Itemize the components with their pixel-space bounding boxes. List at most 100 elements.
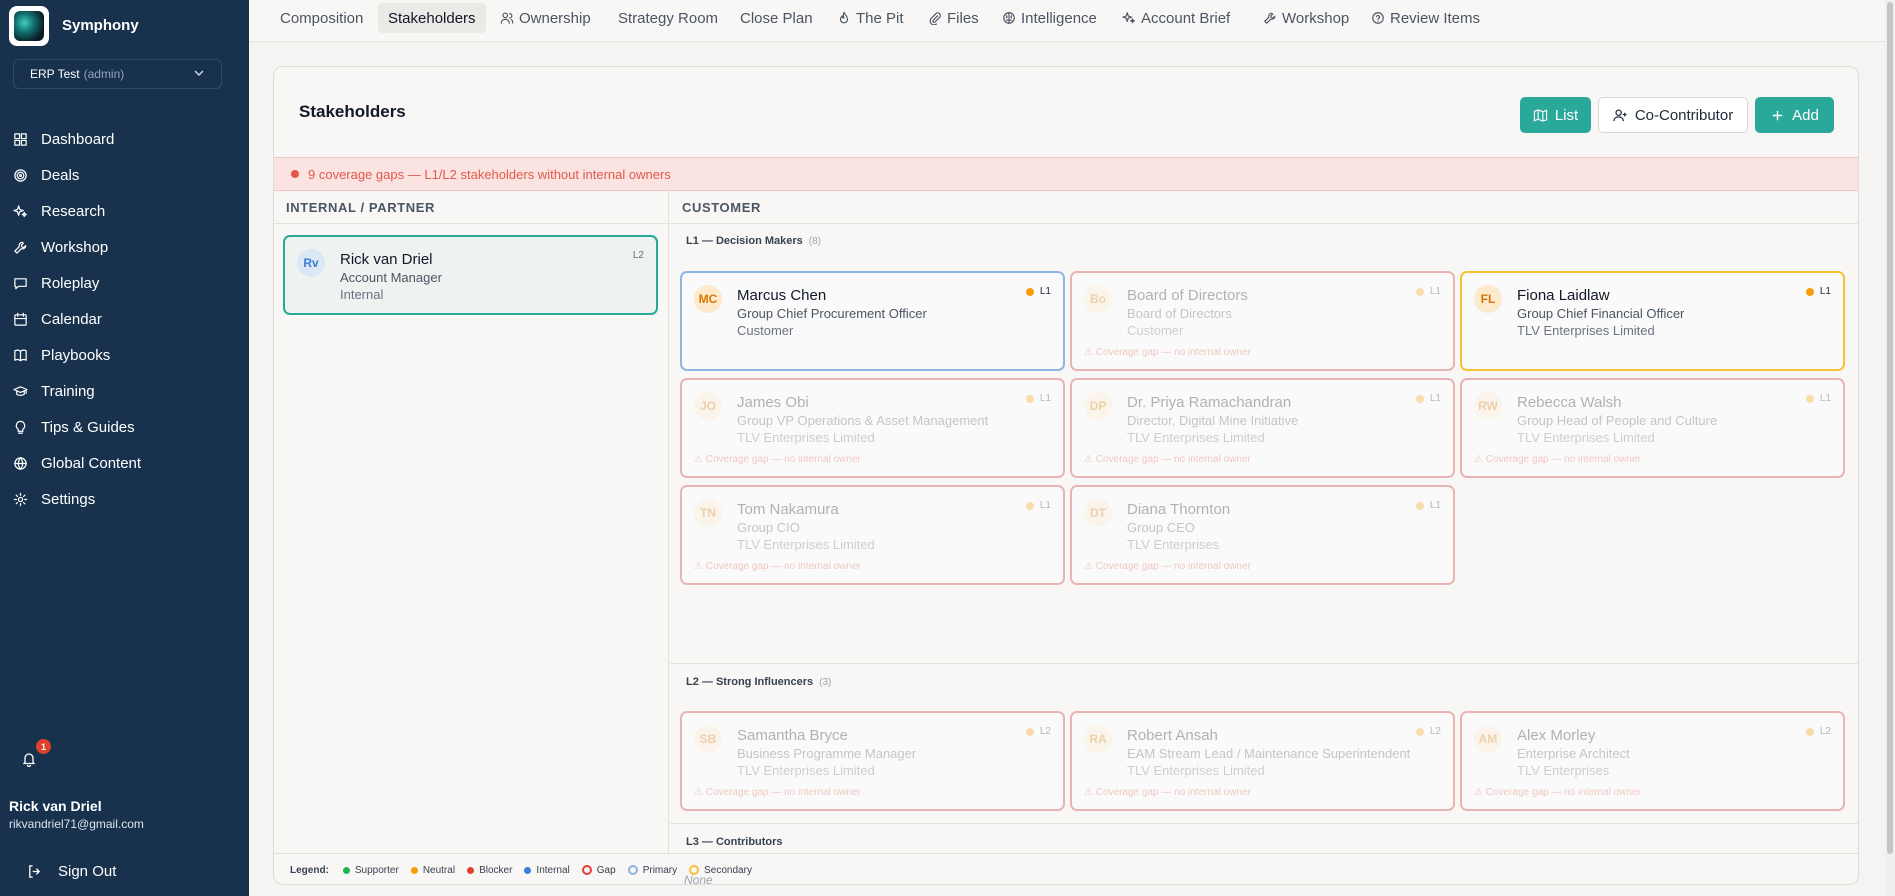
stakeholder-card[interactable]: TN Tom Nakamura Group CIO TLV Enterprises L…: [680, 485, 1065, 585]
scrollbar[interactable]: [1885, 0, 1895, 896]
alert-dot-icon: [291, 170, 299, 178]
gear-icon: [13, 492, 28, 507]
level-label: L2: [1429, 726, 1441, 737]
level-badge: L1: [1415, 286, 1441, 297]
tab-workshop[interactable]: Workshop: [1253, 3, 1359, 33]
scrollbar-thumb[interactable]: [1887, 2, 1893, 854]
stakeholder-card-internal[interactable]: Rv Rick van Driel Account Manager Intern…: [283, 235, 658, 315]
ring-icon: [689, 865, 700, 875]
tab-label: Composition: [280, 9, 364, 27]
level-badge: L1: [1415, 500, 1441, 511]
avatar: RW: [1474, 392, 1502, 420]
level-label: L1: [1819, 286, 1831, 297]
stakeholder-card[interactable]: DP Dr. Priya Ramachandran Director, Digita…: [1070, 378, 1455, 478]
tab-stakeholders[interactable]: Stakeholders: [378, 3, 486, 33]
stakeholder-org: TLV Enterprises Limited: [1517, 323, 1655, 338]
tab-bar: Composition Stakeholders Ownership Strategy…: [249, 0, 1895, 42]
stakeholder-org: TLV Enterprises Limited: [737, 763, 875, 778]
stakeholder-card[interactable]: JO James Obi Group VP Operations & Asset M…: [680, 378, 1065, 478]
avatar: TN: [694, 499, 722, 527]
help-circle-icon: [1371, 11, 1385, 25]
tab-composition[interactable]: Composition: [270, 3, 373, 33]
list-button-label: List: [1554, 106, 1579, 124]
level-badge: L2: [1805, 726, 1831, 737]
sidebar-item-tips-guides[interactable]: Tips & Guides: [0, 409, 249, 445]
org-switcher[interactable]: ERP Test (admin): [13, 59, 222, 89]
sidebar-item-training[interactable]: Training: [0, 373, 249, 409]
sidebar-item-dashboard[interactable]: Dashboard: [0, 121, 249, 157]
stakeholder-title: Group Chief Procurement Officer: [737, 306, 927, 321]
level-badge: L1: [1025, 286, 1051, 297]
sidebar-item-playbooks[interactable]: Playbooks: [0, 337, 249, 373]
sidebar-item-calendar[interactable]: Calendar: [0, 301, 249, 337]
dot-icon: [342, 866, 350, 874]
tab-close-plan[interactable]: Close Plan: [730, 3, 823, 33]
tab-strategy-room[interactable]: Strategy Room: [608, 3, 728, 33]
sentiment-dot: [1415, 394, 1424, 403]
stakeholder-card[interactable]: FL Fiona Laidlaw Group Chief Financial Off…: [1460, 271, 1845, 371]
legend-item-label: Neutral: [422, 864, 456, 876]
sidebar-nav: Dashboard Deals Research Workshop Roleplay Ca…: [0, 121, 249, 517]
dot-icon: [467, 866, 475, 874]
tab-files[interactable]: Files: [918, 3, 989, 33]
notification-badge: 1: [36, 739, 51, 754]
tab-label: Account Brief: [1141, 9, 1231, 27]
sentiment-dot: [1805, 727, 1814, 736]
add-button[interactable]: Add: [1755, 97, 1834, 133]
legend-item-label: Secondary: [704, 864, 752, 876]
sidebar-item-deals[interactable]: Deals: [0, 157, 249, 193]
level-badge: L1: [1805, 393, 1831, 404]
coverage-gap-note: ⚠ Coverage gap — no internal owner: [1474, 454, 1641, 465]
level-badge: L1: [1025, 393, 1051, 404]
avatar: FL: [1474, 285, 1502, 313]
stakeholder-org: Internal: [340, 287, 384, 302]
sidebar-item-label: Training: [41, 382, 95, 400]
stakeholder-card[interactable]: DT Diana Thornton Group CEO TLV Enterprises…: [1070, 485, 1455, 585]
bell-icon[interactable]: [21, 751, 39, 769]
stakeholder-org: TLV Enterprises Limited: [1517, 430, 1655, 445]
sidebar-item-global-content[interactable]: Global Content: [0, 445, 249, 481]
stakeholder-card[interactable]: RW Rebecca Walsh Group Head of People and …: [1460, 378, 1845, 478]
tab-the-pit[interactable]: The Pit: [827, 3, 914, 33]
sentiment-dot: [1025, 501, 1034, 510]
sidebar-item-label: Roleplay: [41, 274, 100, 292]
map-icon: [1533, 108, 1548, 123]
list-button[interactable]: List: [1520, 97, 1591, 133]
stakeholder-card[interactable]: Bo Board of Directors Board of Directors Cu…: [1070, 271, 1455, 371]
coverage-gap-note: ⚠ Coverage gap — no internal owner: [694, 454, 861, 465]
stakeholder-org: Customer: [1127, 323, 1184, 338]
customer-column-header: CUSTOMER: [670, 191, 1858, 224]
stakeholder-card[interactable]: SB Samantha Bryce Business Programme Manag…: [680, 711, 1065, 811]
stakeholder-name: Samantha Bryce: [737, 727, 848, 744]
coverage-gap-note: ⚠ Coverage gap — no internal owner: [1474, 787, 1641, 798]
sign-out-button[interactable]: Sign Out: [27, 863, 116, 880]
sidebar-item-label: Dashboard: [41, 130, 115, 148]
app-logo[interactable]: [9, 6, 49, 46]
sidebar-item-roleplay[interactable]: Roleplay: [0, 265, 249, 301]
tab-intelligence[interactable]: Intelligence: [992, 3, 1107, 33]
tab-ownership[interactable]: Ownership: [490, 3, 601, 33]
avatar: AM: [1474, 725, 1502, 753]
stakeholder-org: TLV Enterprises: [1517, 763, 1610, 778]
calendar-icon: [13, 312, 28, 327]
sidebar-item-label: Tips & Guides: [41, 418, 135, 436]
chevron-down-icon: [193, 67, 205, 82]
stakeholder-org: TLV Enterprises Limited: [737, 430, 875, 445]
level-badge: L2: [632, 250, 644, 261]
stakeholder-card[interactable]: MC Marcus Chen Group Chief Procurement Off…: [680, 271, 1065, 371]
stakeholders-panel: Stakeholders List Co-Contributor Add 9 c…: [273, 66, 1859, 885]
tab-account-brief[interactable]: Account Brief: [1112, 3, 1240, 33]
user-email: rikvandriel71@gmail.com: [9, 817, 144, 831]
avatar: SB: [694, 725, 722, 753]
stakeholder-card[interactable]: RA Robert Ansah EAM Stream Lead / Maintena…: [1070, 711, 1455, 811]
section-label: L2 — Strong Influencers: [686, 676, 814, 688]
stakeholder-name: Rick van Driel: [340, 251, 433, 268]
sidebar-item-workshop[interactable]: Workshop: [0, 229, 249, 265]
stakeholder-card[interactable]: AM Alex Morley Enterprise Architect TLV Ent…: [1460, 711, 1845, 811]
co-contributor-button[interactable]: Co-Contributor: [1598, 97, 1748, 133]
tab-label: Stakeholders: [388, 9, 476, 27]
user-name: Rick van Driel: [9, 798, 102, 814]
sidebar-item-research[interactable]: Research: [0, 193, 249, 229]
sidebar-item-settings[interactable]: Settings: [0, 481, 249, 517]
tab-review-items[interactable]: Review Items: [1361, 3, 1490, 33]
